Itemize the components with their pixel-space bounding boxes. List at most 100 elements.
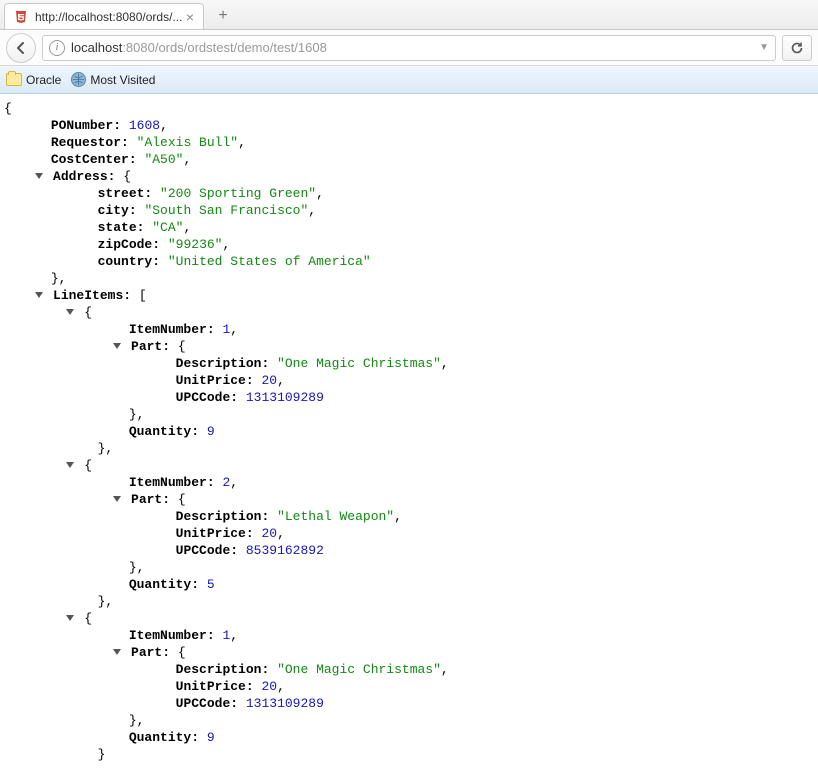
json-key: street:: [98, 186, 153, 201]
json-key: Description:: [176, 662, 270, 677]
json-key: UPCCode:: [176, 390, 238, 405]
json-punct: ,: [230, 628, 238, 643]
nav-toolbar: i localhost:8080/ords/ordstest/demo/test…: [0, 30, 818, 66]
json-row: },: [4, 712, 814, 729]
json-punct: [: [139, 288, 147, 303]
bookmark-oracle[interactable]: Oracle: [6, 73, 61, 87]
tab-strip: http://localhost:8080/ords/... × +: [0, 0, 818, 30]
json-row: UPCCode: 1313109289: [4, 389, 814, 406]
json-row: street: "200 Sporting Green",: [4, 185, 814, 202]
json-punct: ,: [277, 373, 285, 388]
json-key: ItemNumber:: [129, 628, 215, 643]
json-key: Description:: [176, 356, 270, 371]
collapse-toggle-icon[interactable]: [66, 615, 74, 621]
json-string: "One Magic Christmas": [277, 356, 441, 371]
json-row: {: [4, 457, 814, 474]
collapse-toggle-icon[interactable]: [66, 309, 74, 315]
json-row: Part: {: [4, 644, 814, 661]
site-info-icon[interactable]: i: [49, 40, 65, 56]
json-key: Description:: [176, 509, 270, 524]
json-string: "A50": [144, 152, 183, 167]
json-punct: },: [129, 713, 145, 728]
folder-icon: [6, 73, 22, 86]
json-string: "CA": [152, 220, 183, 235]
json-row: }: [4, 746, 814, 763]
json-punct: {: [178, 492, 186, 507]
json-punct: },: [98, 594, 114, 609]
json-row: {: [4, 304, 814, 321]
json-key: city:: [98, 203, 137, 218]
json-key: state:: [98, 220, 145, 235]
json-number: 20: [261, 526, 277, 541]
json-punct: ,: [183, 152, 191, 167]
json-row: Description: "One Magic Christmas",: [4, 661, 814, 678]
collapse-toggle-icon[interactable]: [66, 462, 74, 468]
json-row: UnitPrice: 20,: [4, 525, 814, 542]
json-row: Description: "One Magic Christmas",: [4, 355, 814, 372]
json-punct: ,: [238, 135, 246, 150]
close-tab-icon[interactable]: ×: [183, 10, 197, 24]
collapse-toggle-icon[interactable]: [113, 649, 121, 655]
bookmark-label: Most Visited: [90, 73, 155, 87]
json-punct: },: [98, 441, 114, 456]
json-number: 9: [207, 730, 215, 745]
json-key: Part:: [131, 645, 170, 660]
json-row: Address: {: [4, 168, 814, 185]
json-punct: }: [98, 747, 106, 762]
json-row: state: "CA",: [4, 219, 814, 236]
json-key: UPCCode:: [176, 543, 238, 558]
json-key: CostCenter:: [51, 152, 137, 167]
json-string: "Alexis Bull": [137, 135, 238, 150]
json-row: Quantity: 5: [4, 576, 814, 593]
json-key: ItemNumber:: [129, 322, 215, 337]
json-row: city: "South San Francisco",: [4, 202, 814, 219]
json-viewer: { PONumber: 1608, Requestor: "Alexis Bul…: [0, 94, 818, 769]
address-bar[interactable]: i localhost:8080/ords/ordstest/demo/test…: [42, 35, 776, 61]
json-row: PONumber: 1608,: [4, 117, 814, 134]
json-row: UPCCode: 8539162892: [4, 542, 814, 559]
browser-tab[interactable]: http://localhost:8080/ords/... ×: [4, 3, 204, 29]
json-row: Quantity: 9: [4, 423, 814, 440]
json-row: Quantity: 9: [4, 729, 814, 746]
json-number: 20: [261, 373, 277, 388]
json-number: 5: [207, 577, 215, 592]
bookmark-most-visited[interactable]: Most Visited: [71, 72, 155, 87]
json-punct: {: [84, 305, 92, 320]
json-key: Quantity:: [129, 577, 199, 592]
json-punct: ,: [230, 475, 238, 490]
json-punct: ,: [160, 118, 168, 133]
json-key: zipCode:: [98, 237, 160, 252]
collapse-toggle-icon[interactable]: [113, 496, 121, 502]
json-punct: ,: [277, 526, 285, 541]
reload-button[interactable]: [782, 35, 812, 61]
json-punct: {: [178, 339, 186, 354]
back-button[interactable]: [6, 33, 36, 63]
collapse-toggle-icon[interactable]: [35, 292, 43, 298]
json-punct: {: [84, 458, 92, 473]
json-key: UnitPrice:: [176, 679, 254, 694]
json-punct: {: [178, 645, 186, 660]
json-number: 8539162892: [246, 543, 324, 558]
json-row: },: [4, 270, 814, 287]
json-punct: {: [84, 611, 92, 626]
json-row: Description: "Lethal Weapon",: [4, 508, 814, 525]
json-row: LineItems: [: [4, 287, 814, 304]
json-punct: {: [4, 101, 12, 116]
json-number: 20: [261, 679, 277, 694]
new-tab-button[interactable]: +: [210, 5, 236, 27]
json-key: Quantity:: [129, 424, 199, 439]
json-key: Quantity:: [129, 730, 199, 745]
json-punct: ,: [222, 237, 230, 252]
url-dropdown-icon[interactable]: ▼: [759, 42, 769, 53]
json-row: },: [4, 559, 814, 576]
json-row: Part: {: [4, 491, 814, 508]
collapse-toggle-icon[interactable]: [35, 173, 43, 179]
json-punct: ,: [308, 203, 316, 218]
collapse-toggle-icon[interactable]: [113, 343, 121, 349]
bookmarks-bar: Oracle Most Visited: [0, 66, 818, 94]
json-row: UnitPrice: 20,: [4, 372, 814, 389]
json-row: ItemNumber: 2,: [4, 474, 814, 491]
json-key: PONumber:: [51, 118, 121, 133]
json-row: ItemNumber: 1,: [4, 321, 814, 338]
json-row: },: [4, 440, 814, 457]
